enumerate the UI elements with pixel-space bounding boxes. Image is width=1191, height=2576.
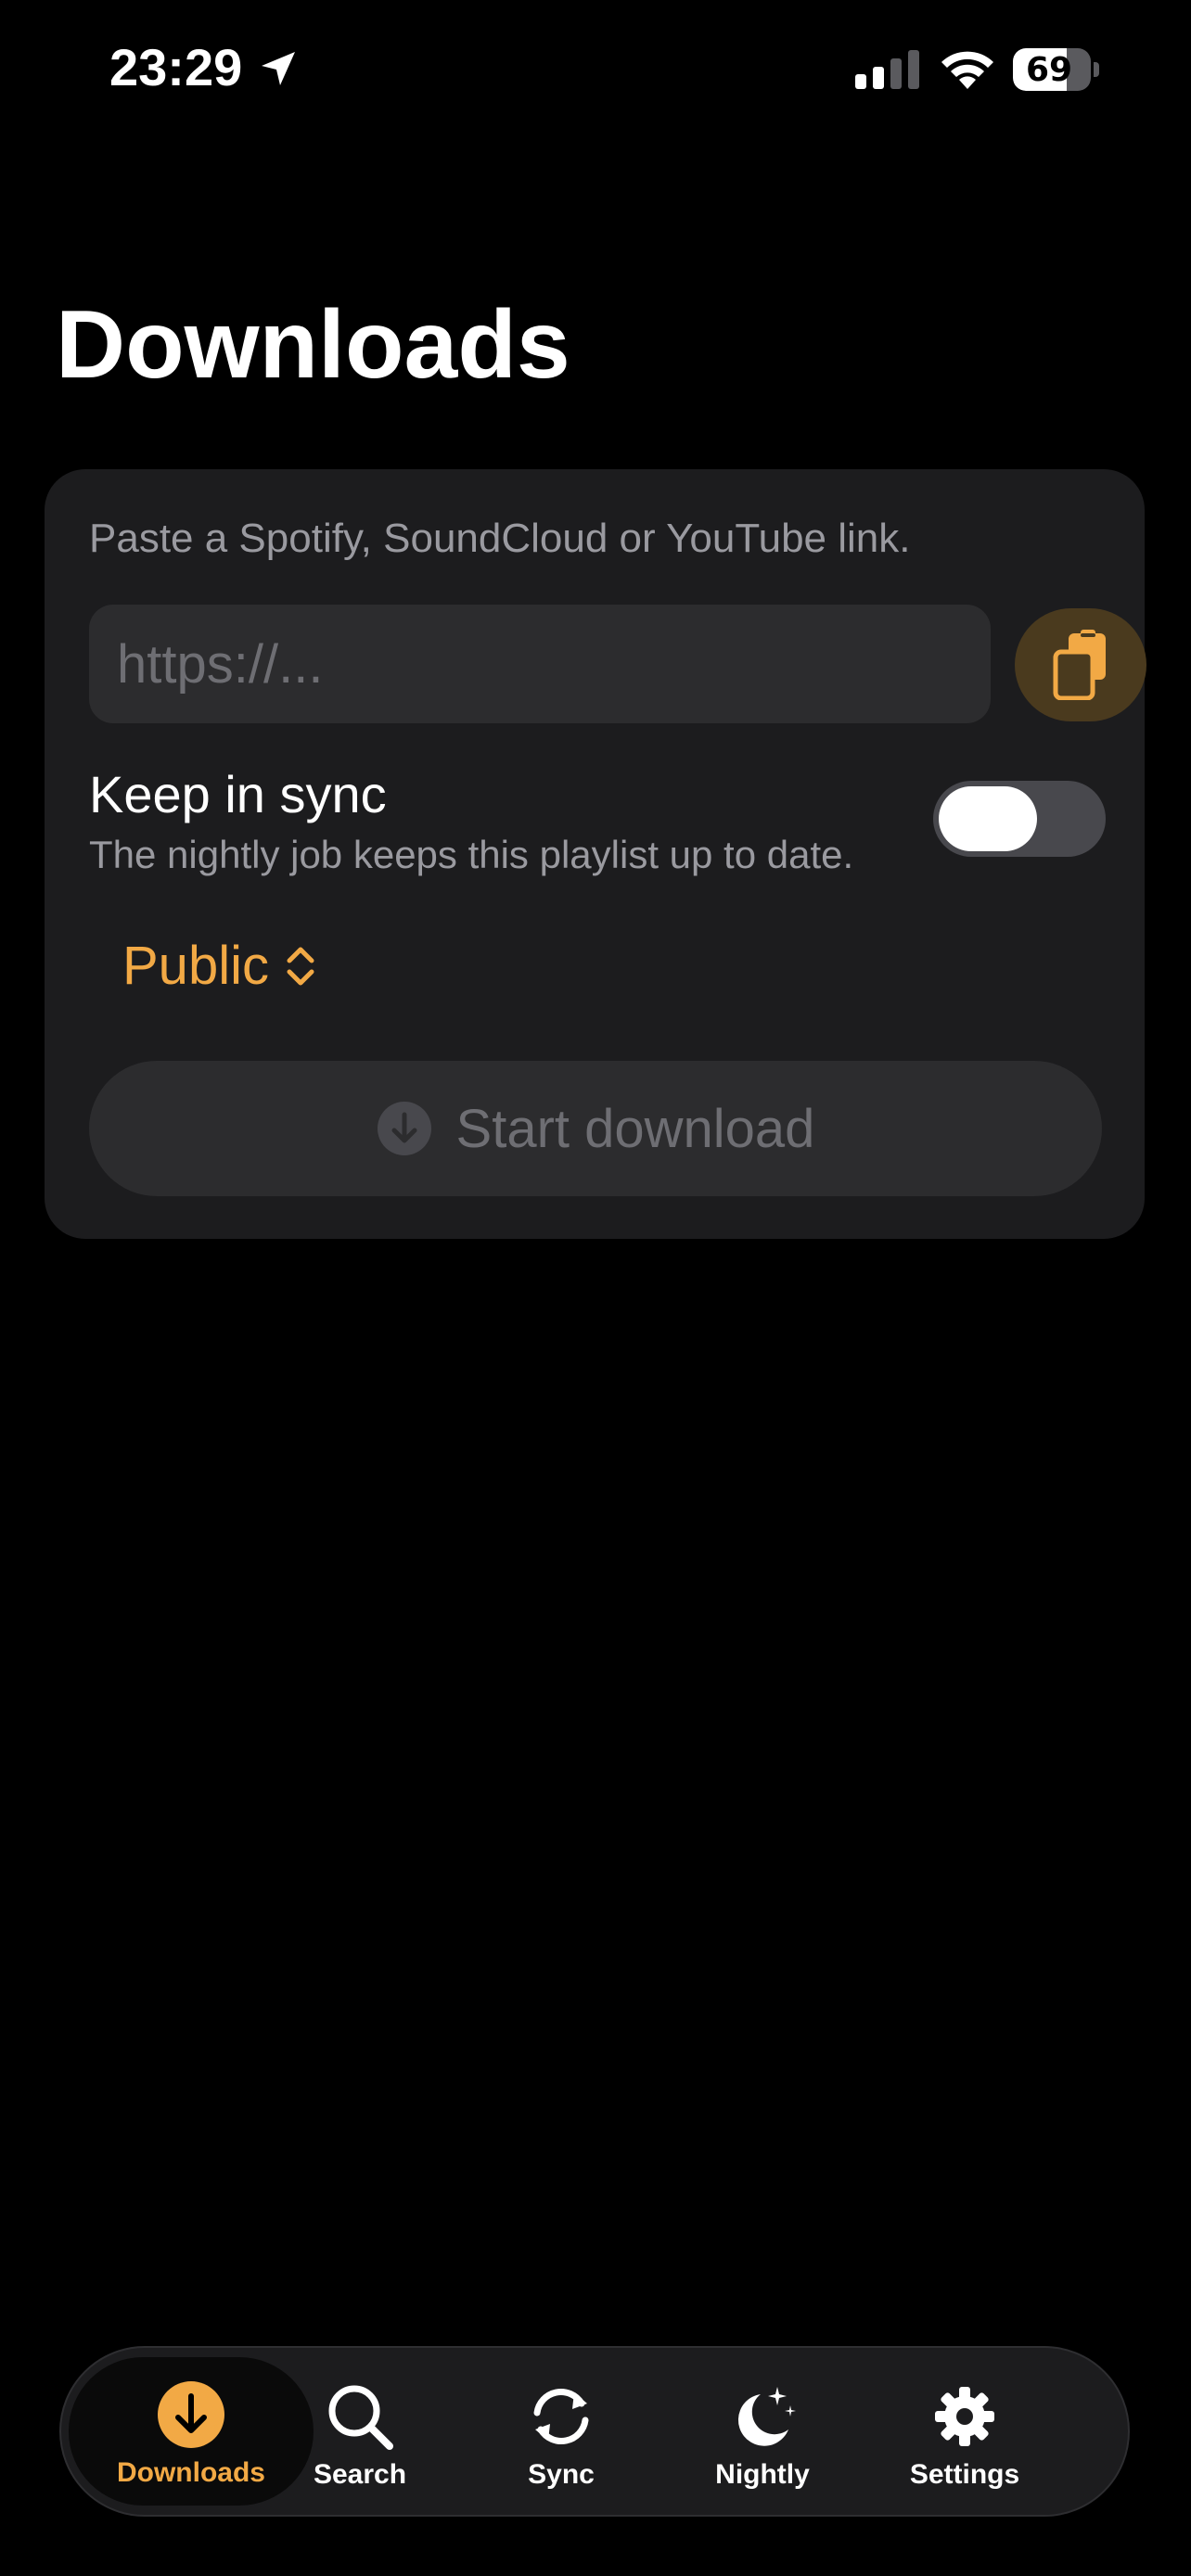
battery-indicator: 69: [1013, 48, 1099, 91]
wifi-icon: [941, 51, 993, 89]
tab-sync[interactable]: Sync: [468, 2348, 654, 2515]
download-card: Paste a Spotify, SoundCloud or YouTube l…: [45, 469, 1146, 1239]
keep-in-sync-description: The nightly job keeps this playlist up t…: [89, 833, 854, 876]
clipboard-icon: [1053, 630, 1106, 700]
moon-stars-icon: [737, 2387, 796, 2446]
visibility-picker[interactable]: Public: [122, 935, 317, 997]
location-arrow-icon: [262, 52, 295, 85]
tab-label: Settings: [909, 2459, 1020, 2490]
tab-nightly[interactable]: Nightly: [670, 2348, 855, 2515]
downloads-screen: 23:29 69 Downloads Paste a Spotify, Soun…: [0, 0, 1191, 2576]
download-circle-icon: [377, 1102, 431, 1155]
tab-search[interactable]: Search: [267, 2348, 453, 2515]
cellular-signal-icon: [855, 50, 919, 89]
gear-icon: [935, 2387, 994, 2446]
link-hint: Paste a Spotify, SoundCloud or YouTube l…: [89, 516, 911, 561]
tab-settings[interactable]: Settings: [872, 2348, 1057, 2515]
chevron-up-down-icon: [287, 947, 314, 985]
battery-level: 69: [1025, 50, 1073, 89]
page-title: Downloads: [56, 291, 570, 399]
keep-in-sync-label: Keep in sync: [89, 765, 387, 823]
tab-label: Sync: [528, 2459, 595, 2490]
sync-icon: [533, 2389, 589, 2444]
tab-label: Downloads: [116, 2457, 265, 2488]
paste-button[interactable]: [1015, 608, 1146, 721]
url-input[interactable]: [89, 605, 991, 723]
tab-bar: Downloads Search Sync Nightly Settings: [59, 2346, 1130, 2517]
tab-label: Nightly: [715, 2459, 810, 2490]
toggle-knob: [939, 786, 1037, 851]
start-download-button[interactable]: Start download: [89, 1061, 1102, 1196]
visibility-value: Public: [122, 936, 269, 996]
start-download-label: Start download: [455, 1098, 815, 1159]
download-icon: [158, 2381, 224, 2448]
search-icon: [328, 2385, 393, 2450]
status-bar: 23:29 69: [0, 0, 1191, 139]
tab-label: Search: [313, 2459, 407, 2490]
keep-in-sync-toggle[interactable]: [933, 781, 1106, 857]
status-time: 23:29: [109, 38, 243, 96]
